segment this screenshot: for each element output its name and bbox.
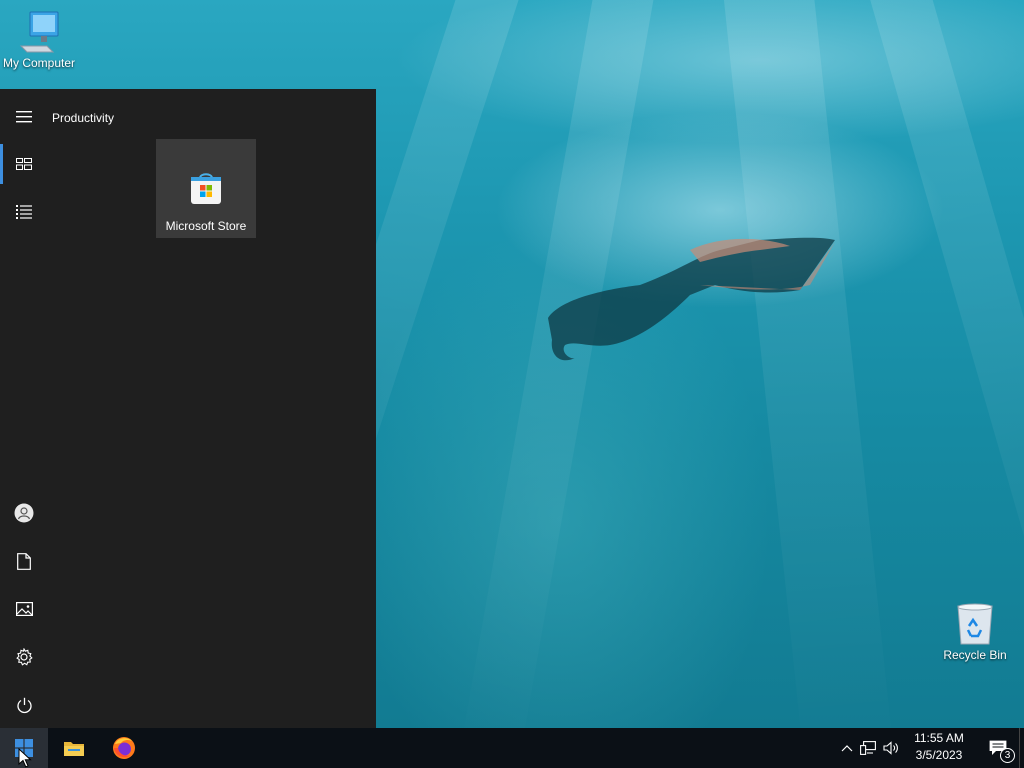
- firefox-icon: [113, 737, 135, 759]
- expand-menu-button[interactable]: [0, 93, 48, 141]
- computer-icon: [19, 11, 59, 53]
- clock-date: 3/5/2023: [915, 748, 963, 762]
- all-apps-button[interactable]: [0, 188, 48, 236]
- clock-time: 11:55 AM: [914, 731, 964, 745]
- pictures-button[interactable]: [0, 585, 48, 633]
- microsoft-store-icon: [191, 173, 221, 204]
- hamburger-icon: [16, 111, 32, 123]
- pictures-icon: [15, 602, 33, 616]
- start-menu: Productivity Microsoft Store: [0, 89, 376, 728]
- folder-icon: [64, 742, 84, 756]
- mouse-cursor-icon: [18, 748, 32, 768]
- tile-group-title: Productivity: [52, 111, 115, 125]
- power-button[interactable]: [0, 681, 48, 729]
- document-icon: [17, 552, 31, 570]
- start-menu-rail: [0, 89, 48, 728]
- desktop-icon-label: My Computer: [2, 56, 76, 70]
- desktop-icon-label: Recycle Bin: [943, 648, 1007, 662]
- tile-microsoft-store[interactable]: Microsoft Store: [156, 139, 256, 238]
- notification-count-badge: 3: [1000, 748, 1015, 763]
- network-icon: [860, 741, 876, 755]
- tile-label: Microsoft Store: [165, 219, 247, 233]
- taskbar-clock[interactable]: 11:55 AM 3/5/2023: [904, 730, 974, 766]
- volume-icon: [883, 741, 898, 755]
- taskbar-firefox[interactable]: [100, 728, 148, 768]
- user-icon: [14, 503, 34, 523]
- show-desktop-button[interactable]: [1019, 728, 1024, 768]
- network-button[interactable]: [856, 741, 880, 755]
- system-tray: [838, 728, 902, 768]
- account-button[interactable]: [0, 489, 48, 537]
- gear-icon: [16, 648, 33, 666]
- chevron-up-icon: [841, 745, 853, 752]
- recycle-bin-icon: [957, 603, 993, 645]
- volume-button[interactable]: [880, 741, 902, 755]
- tiles-icon: [16, 158, 32, 170]
- action-center-button[interactable]: 3: [978, 728, 1018, 768]
- desktop-icon-my-computer[interactable]: My Computer: [0, 10, 81, 70]
- taskbar: 11:55 AM 3/5/2023 3: [0, 728, 1024, 768]
- settings-button[interactable]: [0, 633, 48, 681]
- pinned-tiles-button[interactable]: [0, 140, 48, 188]
- desktop-icon-recycle-bin[interactable]: Recycle Bin: [933, 602, 1017, 662]
- list-icon: [16, 205, 32, 219]
- documents-button[interactable]: [0, 537, 48, 585]
- show-hidden-icons-button[interactable]: [838, 744, 856, 752]
- taskbar-file-explorer[interactable]: [50, 728, 98, 768]
- power-icon: [16, 697, 32, 713]
